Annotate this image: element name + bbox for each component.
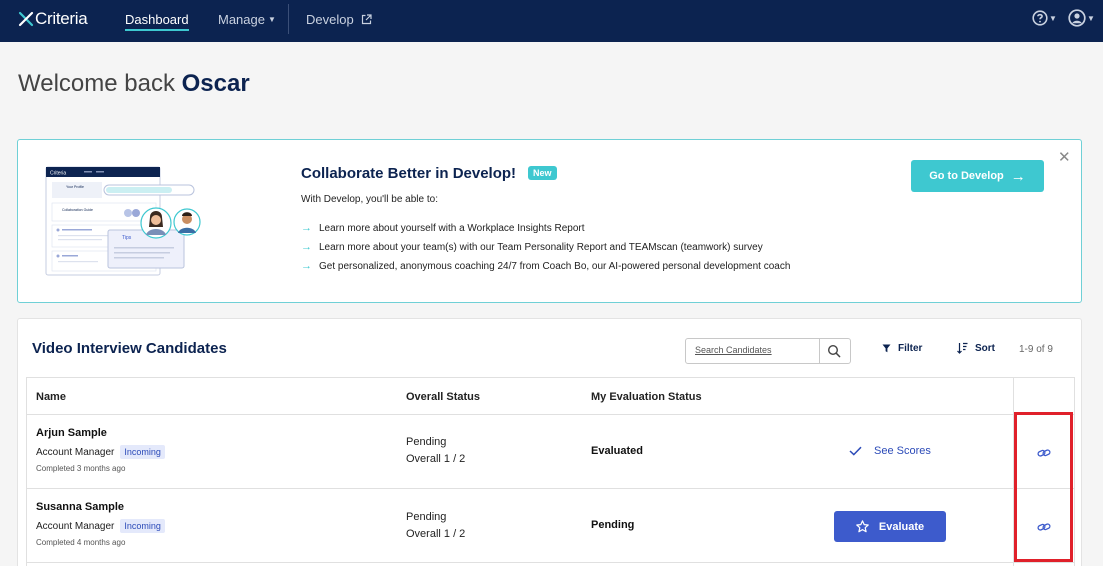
page-title: Welcome back Oscar (18, 70, 250, 98)
top-nav: Criteria Dashboard Manage ▼ Develop ▼ ▼ (0, 0, 1103, 42)
external-link-icon (361, 14, 372, 25)
arrow-right-icon: → (301, 241, 312, 253)
sort-button[interactable]: Sort (957, 342, 995, 354)
row-divider (27, 488, 1075, 489)
help-icon (1032, 10, 1048, 26)
evaluation-status: Pending (591, 519, 635, 531)
highlight-box (1014, 412, 1073, 562)
candidates-title: Video Interview Candidates (32, 340, 227, 357)
column-header-overall-status: Overall Status (406, 391, 480, 403)
arrow-right-icon: → (301, 222, 312, 234)
banner-bullet-text: Learn more about yourself with a Workpla… (319, 222, 585, 234)
develop-illustration: Criteria Your Profile Collaboration Guid… (45, 166, 201, 276)
illus-profile-text: Your Profile (66, 185, 84, 189)
overall-progress-text: Overall 1 / 2 (406, 528, 466, 540)
banner-subtitle: With Develop, you'll be able to: (301, 194, 438, 205)
completed-date: Completed 4 months ago (36, 538, 126, 547)
search-box (685, 338, 851, 364)
nav-manage-label: Manage (218, 12, 265, 27)
chevron-down-icon: ▼ (1049, 13, 1057, 23)
row-divider (27, 562, 1075, 563)
illus-collab-text: Collaboration Guide (62, 208, 93, 212)
candidate-role: Account Manager Incoming (36, 445, 165, 459)
banner-bullet: → Get personalized, anonymous coaching 2… (301, 260, 790, 272)
nav-develop-label: Develop (306, 12, 354, 27)
filter-button[interactable]: Filter (882, 343, 922, 354)
close-icon[interactable]: ✕ (1058, 148, 1071, 166)
candidate-role: Account Manager Incoming (36, 519, 165, 533)
welcome-prefix: Welcome back (18, 70, 175, 97)
candidate-role-text: Account Manager (36, 520, 115, 532)
banner-bullet: → Learn more about yourself with a Workp… (301, 222, 585, 234)
overall-status: Pending Overall 1 / 2 (406, 434, 465, 468)
develop-promo-banner: Criteria Your Profile Collaboration Guid… (17, 139, 1082, 303)
star-icon (856, 520, 869, 533)
filter-icon (882, 344, 891, 353)
search-divider (819, 339, 820, 363)
criteria-logo[interactable]: Criteria (18, 9, 88, 29)
overall-status-text: Pending (406, 511, 447, 523)
candidates-panel: Video Interview Candidates Filter Sort 1… (17, 318, 1082, 566)
banner-bullet-text: Learn more about your team(s) with our T… (319, 241, 763, 253)
sort-label: Sort (975, 342, 995, 354)
user-avatar-icon (1068, 9, 1086, 27)
completed-date: Completed 3 months ago (36, 464, 126, 473)
overall-status-text: Pending (406, 436, 447, 448)
criteria-x-icon (18, 11, 34, 27)
user-menu[interactable]: ▼ (1068, 9, 1095, 27)
result-count: 1-9 of 9 (1019, 344, 1053, 355)
go-to-develop-button[interactable]: Go to Develop → (911, 160, 1044, 192)
candidate-name[interactable]: Susanna Sample (36, 501, 124, 513)
status-badge: Incoming (120, 519, 165, 533)
nav-develop[interactable]: Develop (306, 12, 372, 27)
banner-bullet: → Learn more about your team(s) with our… (301, 241, 763, 253)
see-scores-label: See Scores (874, 445, 931, 457)
go-to-develop-label: Go to Develop (929, 170, 1004, 182)
nav-dashboard[interactable]: Dashboard (125, 12, 189, 31)
help-menu[interactable]: ▼ (1032, 10, 1057, 26)
logo-text: Criteria (35, 9, 88, 28)
overall-status: Pending Overall 1 / 2 (406, 509, 465, 543)
candidate-role-text: Account Manager (36, 446, 115, 458)
evaluate-label: Evaluate (878, 520, 925, 533)
row-divider (27, 414, 1075, 415)
search-icon[interactable] (827, 344, 841, 358)
column-header-name: Name (36, 391, 66, 403)
arrow-right-icon: → (1010, 167, 1026, 185)
new-badge: New (528, 166, 557, 180)
checkmark-icon (849, 446, 862, 456)
filter-label: Filter (898, 343, 923, 354)
sort-icon (957, 342, 968, 354)
nav-manage[interactable]: Manage ▼ (218, 12, 276, 27)
chevron-down-icon: ▼ (1087, 13, 1095, 23)
welcome-user-name: Oscar (181, 70, 250, 97)
evaluate-button[interactable]: Evaluate (834, 511, 946, 542)
illus-logo-text: Criteria (50, 171, 66, 177)
evaluation-status: Evaluated (591, 445, 643, 457)
banner-title: Collaborate Better in Develop! (301, 165, 517, 182)
search-input[interactable] (695, 345, 815, 355)
candidate-name[interactable]: Arjun Sample (36, 427, 107, 439)
overall-progress-text: Overall 1 / 2 (406, 453, 466, 465)
status-badge: Incoming (120, 445, 165, 459)
column-header-evaluation-status: My Evaluation Status (591, 391, 702, 403)
arrow-right-icon: → (301, 260, 312, 272)
candidates-table: Name Overall Status My Evaluation Status… (26, 377, 1075, 566)
see-scores-button[interactable]: See Scores (849, 445, 931, 457)
chevron-down-icon: ▼ (267, 15, 276, 24)
illus-tips-text: Tips (122, 235, 132, 241)
banner-bullet-text: Get personalized, anonymous coaching 24/… (319, 260, 791, 272)
nav-divider (288, 4, 289, 34)
